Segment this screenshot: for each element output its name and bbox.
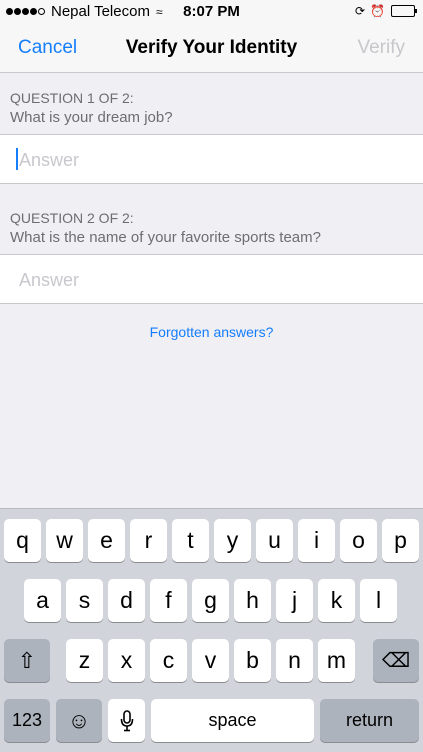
question-1-counter: QUESTION 1 OF 2: [10,90,134,106]
key-r[interactable]: r [130,519,167,562]
key-x[interactable]: x [108,639,145,682]
key-q[interactable]: q [4,519,41,562]
emoji-key[interactable]: ☺ [56,699,102,742]
alarm-icon: ⏰ [370,4,385,18]
key-i[interactable]: i [298,519,335,562]
key-h[interactable]: h [234,579,271,622]
question-2-text: What is the name of your favorite sports… [10,229,321,246]
key-k[interactable]: k [318,579,355,622]
question-1-header: QUESTION 1 OF 2: What is your dream job? [10,89,173,127]
shift-key[interactable]: ⇧ [4,639,50,682]
key-c[interactable]: c [150,639,187,682]
dictation-key[interactable] [108,699,145,742]
orientation-lock-icon: ⟳ [354,4,366,18]
numbers-key[interactable]: 123 [4,699,50,742]
microphone-icon [120,709,133,731]
verify-button[interactable]: Verify [357,37,405,59]
status-bar: Nepal Telecom ≈ 8:07 PM ⟳ ⏰ [0,0,423,24]
key-n[interactable]: n [276,639,313,682]
key-f[interactable]: f [150,579,187,622]
battery-icon [391,5,417,17]
key-m[interactable]: m [318,639,355,682]
key-d[interactable]: d [108,579,145,622]
key-y[interactable]: y [214,519,251,562]
answer-2-field[interactable] [17,267,411,293]
space-key[interactable]: space [151,699,314,742]
keyboard: q w e r t y u i o p a s d f g h j k l ⇧ … [0,508,423,752]
key-g[interactable]: g [192,579,229,622]
question-2-header: QUESTION 2 OF 2: What is the name of you… [10,209,321,247]
key-z[interactable]: z [66,639,103,682]
question-1-text: What is your dream job? [10,109,173,126]
key-a[interactable]: a [24,579,61,622]
answer-2-row [0,254,423,304]
backspace-key[interactable]: ⌫ [373,639,419,682]
key-j[interactable]: j [276,579,313,622]
question-2-counter: QUESTION 2 OF 2: [10,210,134,226]
key-s[interactable]: s [66,579,103,622]
key-o[interactable]: o [340,519,377,562]
key-v[interactable]: v [192,639,229,682]
return-key[interactable]: return [320,699,419,742]
status-icons: ⟳ ⏰ [350,4,417,18]
shift-icon: ⇧ [17,647,37,673]
key-w[interactable]: w [46,519,83,562]
answer-1-field[interactable] [17,147,411,173]
key-l[interactable]: l [360,579,397,622]
key-e[interactable]: e [88,519,125,562]
forgotten-answers-link[interactable]: Forgotten answers? [0,324,423,340]
key-b[interactable]: b [234,639,271,682]
backspace-icon: ⌫ [381,650,411,672]
key-t[interactable]: t [172,519,209,562]
emoji-icon: ☺ [67,707,91,733]
answer-1-row [0,134,423,184]
key-p[interactable]: p [382,519,419,562]
key-u[interactable]: u [256,519,293,562]
navigation-bar: Cancel Verify Your Identity Verify [0,24,423,73]
